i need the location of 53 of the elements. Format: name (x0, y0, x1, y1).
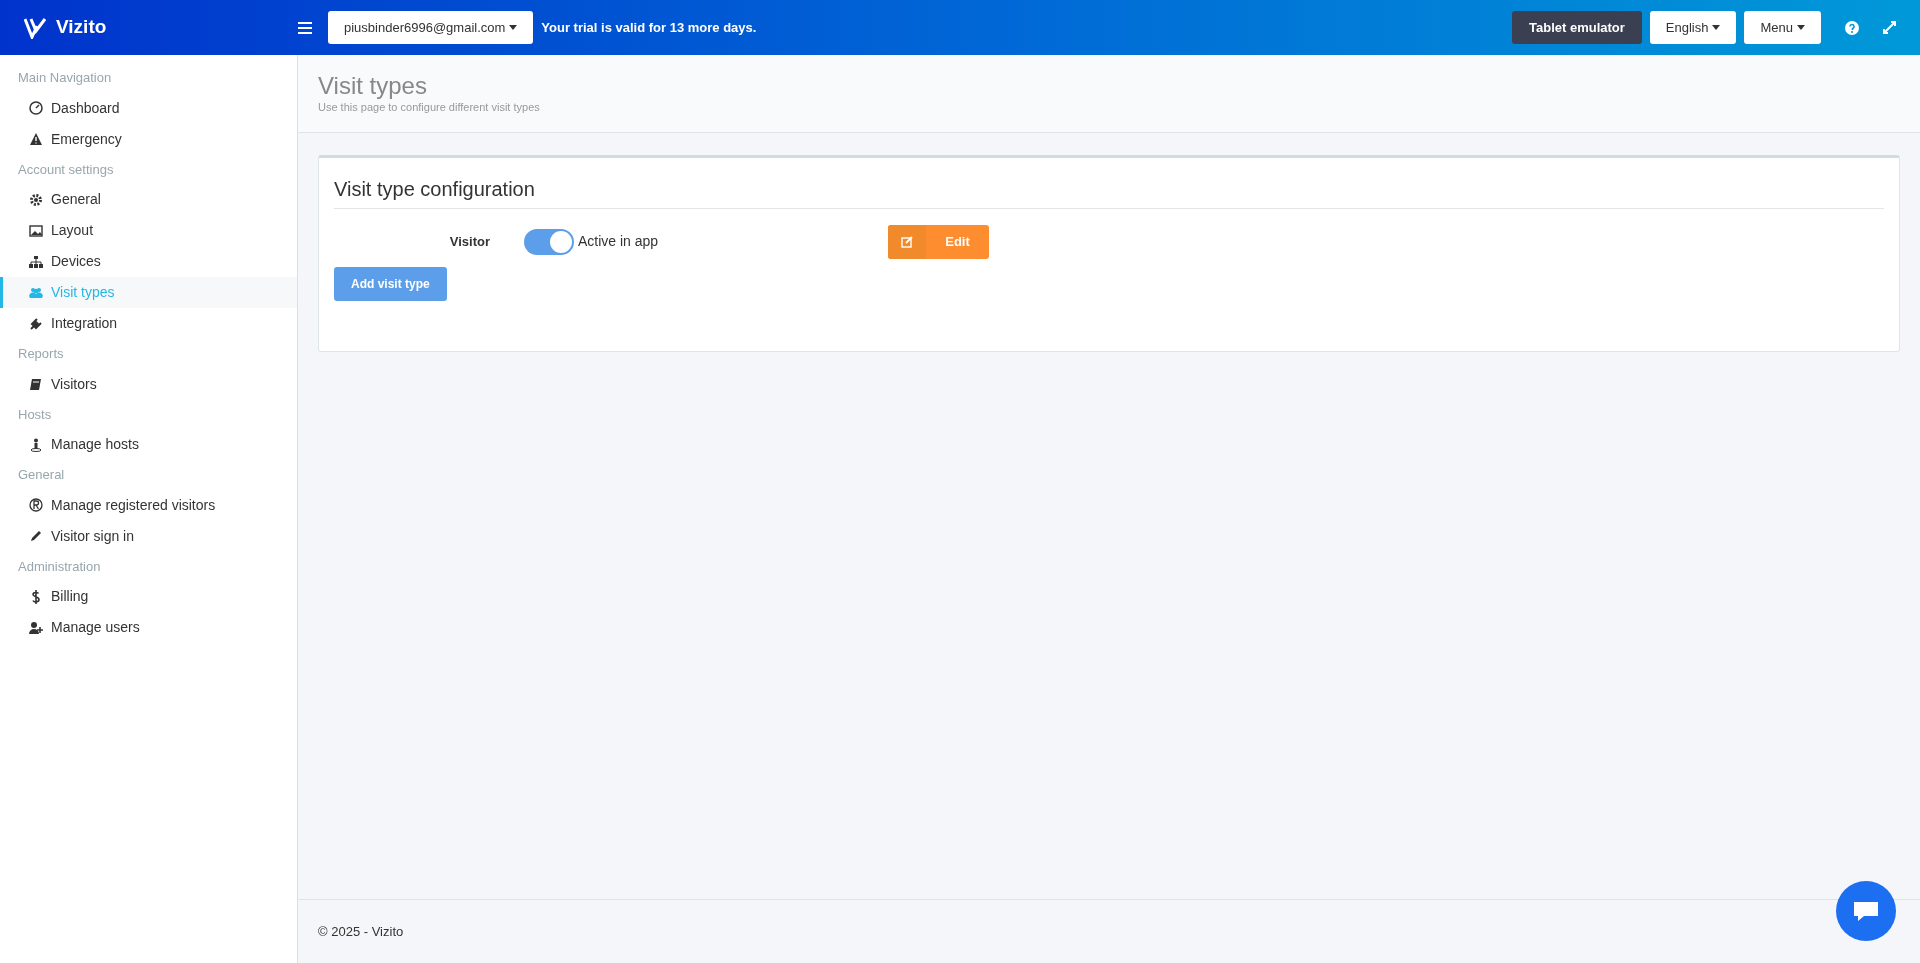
section-heading: Hosts (17, 405, 53, 424)
dropdown-button[interactable]: Menu (1744, 11, 1821, 44)
copyright-text: © 2025 - Vizito (318, 923, 404, 939)
registered-icon (29, 498, 43, 512)
caret-icon (1712, 25, 1721, 30)
section-heading: General (17, 466, 66, 484)
sidebar-item[interactable]: General (0, 184, 297, 215)
gear-icon (29, 192, 43, 207)
tablet-emulator-button[interactable]: Tablet emulator (1512, 11, 1642, 44)
card-title: Visit type configuration (334, 173, 1884, 209)
users-icon (29, 285, 43, 300)
sidebar-item[interactable]: Manage registered visitors (0, 489, 297, 521)
user-plus-icon (29, 620, 43, 635)
sidebar-item[interactable]: Visitor sign in (0, 520, 297, 552)
sidebar-item[interactable]: Manage users (0, 612, 297, 643)
warning-icon (29, 132, 43, 146)
toggle-label: Active in app (578, 232, 660, 252)
section-heading: Administration (17, 557, 102, 576)
help-icon[interactable] (1845, 20, 1859, 35)
edit-icon (901, 235, 913, 248)
image-icon (29, 223, 43, 238)
plug-icon (29, 316, 43, 331)
section-heading: Main Navigation (17, 69, 113, 87)
section-heading: Reports (17, 345, 65, 363)
sitemap-icon (29, 254, 43, 269)
sidebar-item[interactable]: Emergency (0, 123, 297, 155)
chat-bubble-icon (1852, 899, 1880, 923)
chat-button[interactable] (1836, 881, 1896, 941)
expand-icon[interactable] (1883, 21, 1896, 34)
person-icon (29, 437, 43, 452)
sidebar-item[interactable]: Visitors (0, 368, 297, 400)
sidebar-item[interactable]: Integration (0, 308, 297, 339)
dollar-icon (29, 589, 43, 604)
page-title: Visit types (318, 73, 428, 100)
sidebar-item[interactable]: Dashboard (0, 92, 297, 124)
sidebar-item[interactable]: Devices (0, 246, 297, 277)
caret-icon (509, 25, 518, 30)
toggle-switch[interactable] (524, 228, 574, 255)
account-dropdown[interactable]: piusbinder6996@gmail.com (328, 11, 534, 44)
section-heading: Account settings (17, 160, 115, 179)
sidebar-item[interactable]: Layout (0, 215, 297, 246)
gauge-icon (29, 101, 43, 115)
sidebar-item[interactable]: Manage hosts (0, 429, 297, 460)
sidebar-item[interactable]: Billing (0, 581, 297, 612)
pencil-icon (29, 529, 43, 543)
brand-name: Vizito (56, 15, 107, 40)
dropdown-button[interactable]: English (1649, 11, 1737, 44)
caret-icon (1797, 25, 1805, 30)
logo-icon (24, 16, 48, 39)
page-subtitle: Use this page to configure different visit types (318, 100, 541, 116)
visit-type-name: Visitor (448, 233, 491, 252)
book-icon (29, 377, 43, 391)
trial-notice: Your trial is valid for 13 more days. (541, 18, 757, 37)
